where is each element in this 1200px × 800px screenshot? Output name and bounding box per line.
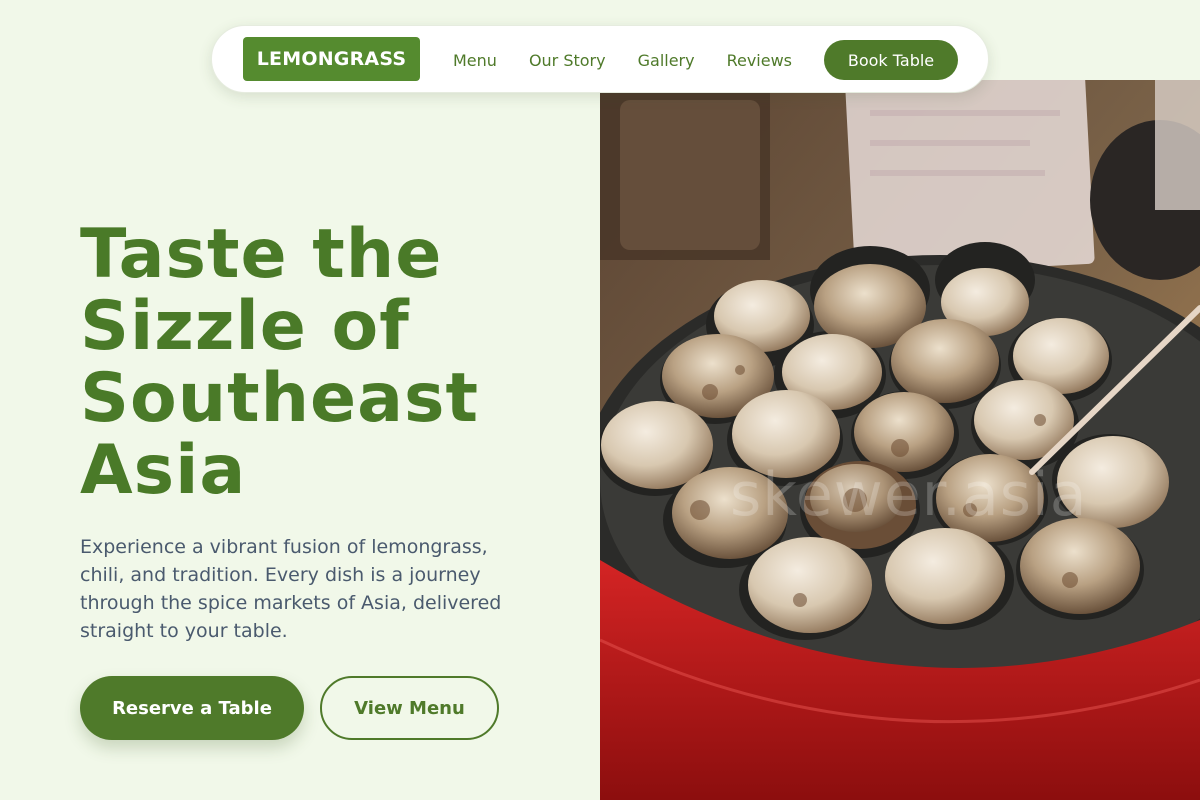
reserve-table-button[interactable]: Reserve a Table (80, 676, 304, 740)
hero-title-line: Taste the (80, 215, 443, 294)
hero-title-line: Asia (80, 431, 247, 510)
nav-link-gallery[interactable]: Gallery (638, 51, 695, 70)
brand-logo[interactable]: LEMONGRASS (243, 37, 420, 81)
nav-link-reviews[interactable]: Reviews (727, 51, 792, 70)
top-navigation: LEMONGRASS Menu Our Story Gallery Review… (211, 25, 989, 93)
nav-links: Menu Our Story Gallery Reviews (453, 26, 792, 94)
hero-title-line: Sizzle of (80, 287, 410, 366)
view-menu-button[interactable]: View Menu (320, 676, 499, 740)
hero-title-line: Southeast (80, 359, 480, 438)
hero-title: Taste the Sizzle of Southeast Asia (80, 219, 600, 507)
nav-link-menu[interactable]: Menu (453, 51, 497, 70)
book-table-button[interactable]: Book Table (824, 40, 958, 80)
nav-link-our-story[interactable]: Our Story (529, 51, 606, 70)
hero-food-image: skewer.asia (600, 80, 1200, 800)
hero-description: Experience a vibrant fusion of lemongras… (80, 536, 502, 642)
